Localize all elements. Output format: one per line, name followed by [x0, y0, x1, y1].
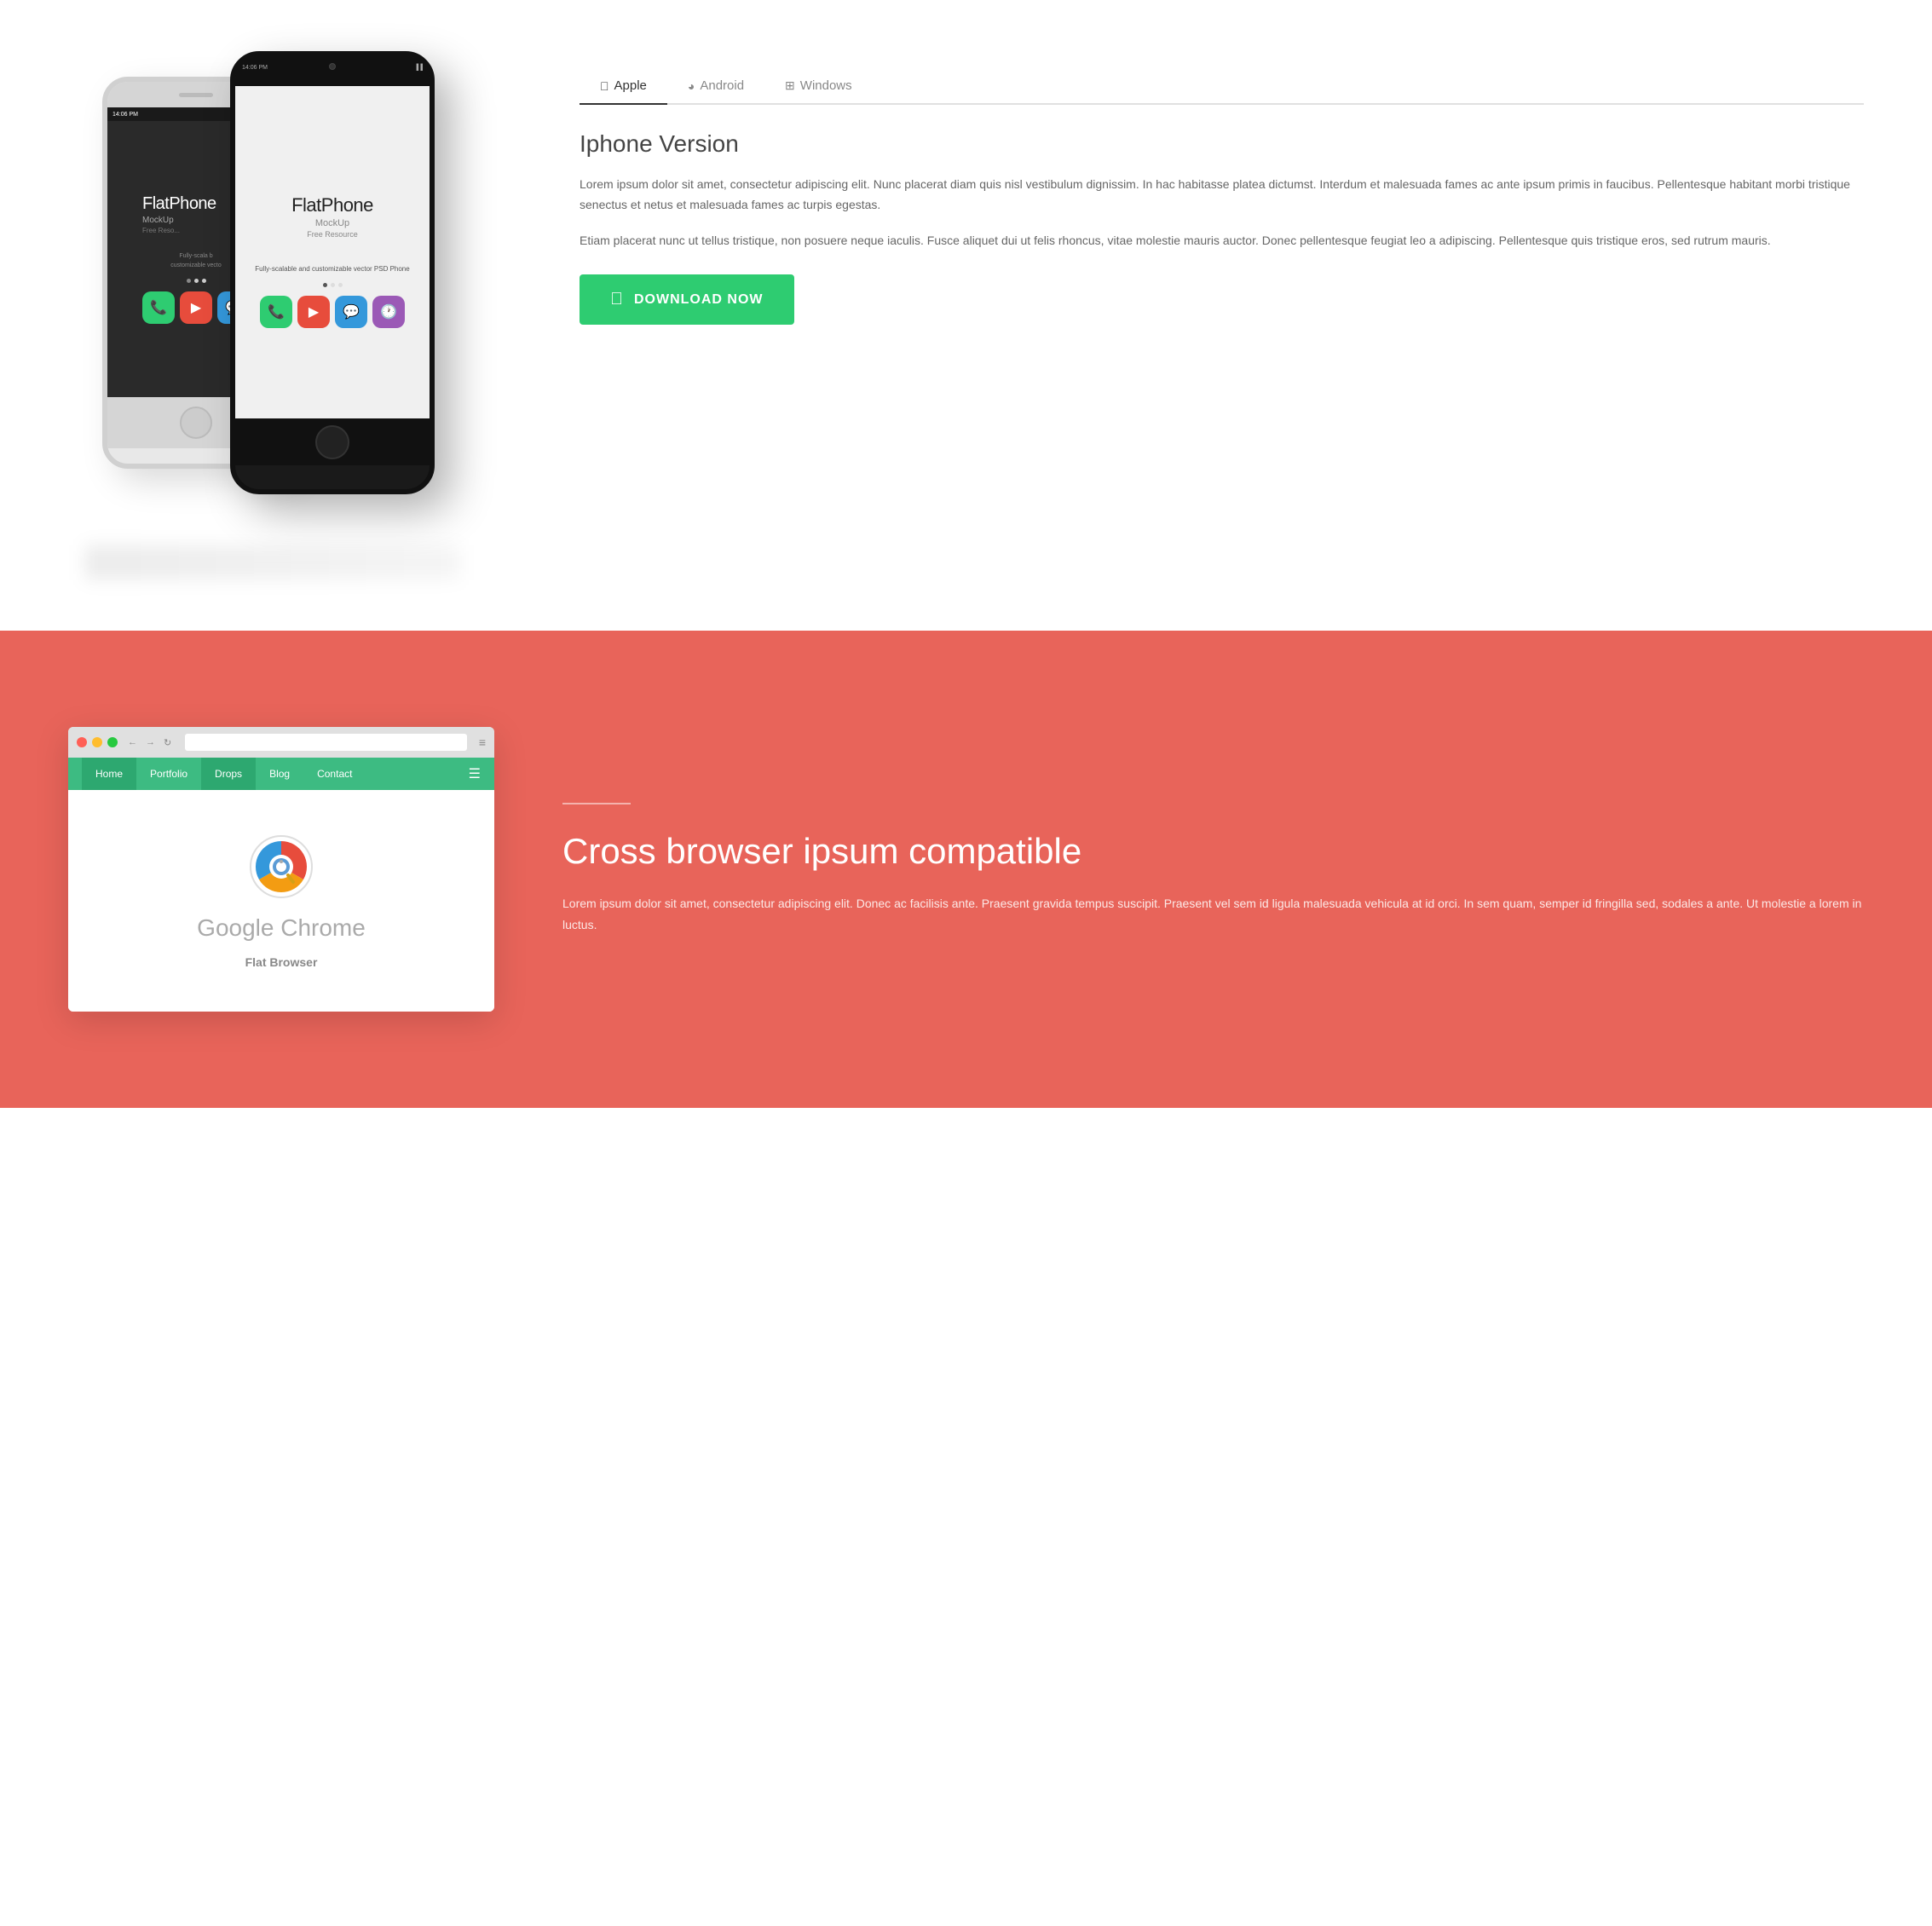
white-phone-home-btn[interactable] — [180, 407, 212, 439]
black-phone-time: 14:06 PM — [242, 65, 268, 71]
cross-browser-description: Lorem ipsum dolor sit amet, consectetur … — [562, 893, 1864, 936]
black-dot-2 — [331, 283, 335, 287]
chrome-icon — [247, 833, 315, 901]
windows-icon: ⊞ — [785, 78, 795, 93]
nav-item-contact-label: Contact — [317, 768, 352, 780]
white-app-icon-play: ▶ — [180, 291, 212, 324]
cross-browser-title: Cross browser ipsum compatible — [562, 830, 1864, 873]
iphone-version-title: Iphone Version — [580, 130, 1864, 158]
nav-item-drops[interactable]: Drops — [201, 758, 256, 790]
nav-item-blog[interactable]: Blog — [256, 758, 303, 790]
description-paragraph-2: Etiam placerat nunc ut tellus tristique,… — [580, 231, 1864, 251]
black-phone-dots — [323, 283, 343, 287]
download-apple-icon:  — [610, 290, 624, 309]
tab-android[interactable]: ◕ Android — [667, 68, 764, 105]
cross-browser-content: Cross browser ipsum compatible Lorem ips… — [562, 803, 1864, 937]
nav-item-contact[interactable]: Contact — [303, 758, 366, 790]
black-phone-home-btn[interactable] — [315, 425, 349, 459]
tab-windows-label: Windows — [800, 78, 852, 93]
browser-minimize-btn[interactable] — [92, 737, 102, 747]
black-phone-bottom — [235, 418, 430, 465]
nav-item-portfolio-label: Portfolio — [150, 768, 187, 780]
black-phone-app-name: FlatPhone — [291, 194, 373, 216]
nav-item-portfolio[interactable]: Portfolio — [136, 758, 201, 790]
white-dot-1 — [187, 279, 191, 283]
black-phone: 14:06 PM ▐▐ FlatPhone MockUp Free Resour… — [230, 51, 435, 494]
browser-close-btn[interactable] — [77, 737, 87, 747]
white-phone-speaker — [179, 93, 213, 97]
nav-item-blog-label: Blog — [269, 768, 290, 780]
black-phone-mockup-label: MockUp — [315, 218, 349, 228]
black-dot-3 — [338, 283, 343, 287]
browser-address-bar[interactable] — [185, 734, 467, 751]
black-phone-tagline: Fully-scalable and customizable vector P… — [255, 264, 409, 274]
decorative-line — [562, 803, 631, 804]
bottom-section: ← → ↻ ≡ Home Portfolio Drops Blog Contac… — [0, 631, 1932, 1108]
black-phone-app-name-light: Flat — [291, 194, 321, 216]
browser-menu-icon[interactable]: ≡ — [479, 735, 486, 749]
download-btn-label: DOWNLOAD NOW — [634, 292, 764, 308]
nav-item-home-label: Home — [95, 768, 123, 780]
browser-top-bar: ← → ↻ ≡ — [68, 727, 494, 758]
apple-icon:  — [600, 79, 609, 93]
white-phone-time: 14:06 PM — [112, 112, 138, 118]
black-app-icon-phone: 📞 — [260, 296, 292, 328]
browser-nav: Home Portfolio Drops Blog Contact ☰ — [68, 758, 494, 790]
phones-shadow — [85, 545, 460, 580]
browser-app-name: Google Chrome — [197, 914, 366, 942]
browser-app-subtitle: Flat Browser — [245, 955, 318, 969]
black-phone-top-bar: 14:06 PM ▐▐ — [235, 56, 430, 86]
white-app-icon-phone: 📞 — [142, 291, 175, 324]
browser-hamburger-icon[interactable]: ☰ — [469, 765, 481, 782]
black-app-icon-play: ▶ — [297, 296, 330, 328]
browser-back-btn[interactable]: ← — [128, 737, 137, 747]
black-dot-1 — [323, 283, 327, 287]
nav-item-home[interactable]: Home — [82, 758, 136, 790]
browser-mockup: ← → ↻ ≡ Home Portfolio Drops Blog Contac… — [68, 727, 494, 1012]
phones-container: 14:06 PM ▐▐▐ FlatPhone MockUp Free Reso.… — [68, 51, 511, 580]
top-section: 14:06 PM ▐▐▐ FlatPhone MockUp Free Reso.… — [0, 0, 1932, 631]
black-phone-camera — [329, 63, 336, 70]
platform-tabs:  Apple ◕ Android ⊞ Windows — [580, 68, 1864, 105]
tab-apple[interactable]:  Apple — [580, 68, 667, 105]
black-phone-screen: FlatPhone MockUp Free Resource Fully-sca… — [235, 86, 430, 418]
black-phone-app-name-bold: Phone — [321, 194, 373, 216]
android-icon: ◕ — [688, 79, 695, 93]
white-dot-2 — [194, 279, 199, 283]
description-paragraph-1: Lorem ipsum dolor sit amet, consectetur … — [580, 175, 1864, 216]
browser-refresh-btn[interactable]: ↻ — [164, 737, 171, 748]
nav-item-drops-label: Drops — [215, 768, 242, 780]
download-button[interactable]:  DOWNLOAD NOW — [580, 274, 794, 325]
black-app-icon-clock: 🕐 — [372, 296, 405, 328]
tab-windows[interactable]: ⊞ Windows — [764, 68, 873, 105]
tab-android-label: Android — [700, 78, 744, 93]
right-content-area:  Apple ◕ Android ⊞ Windows Iphone Versi… — [580, 51, 1864, 325]
white-dot-3 — [202, 279, 206, 283]
black-app-icon-chat: 💬 — [335, 296, 367, 328]
black-phone-icons-row: 📞 ▶ 💬 🕐 — [260, 296, 405, 328]
black-phone-free-resource: Free Resource — [307, 230, 358, 239]
tab-apple-label: Apple — [614, 78, 647, 93]
browser-content: Google Chrome Flat Browser — [68, 790, 494, 1012]
browser-maximize-btn[interactable] — [107, 737, 118, 747]
black-phone-battery: ▐▐ — [414, 65, 423, 71]
browser-forward-btn[interactable]: → — [146, 737, 155, 747]
